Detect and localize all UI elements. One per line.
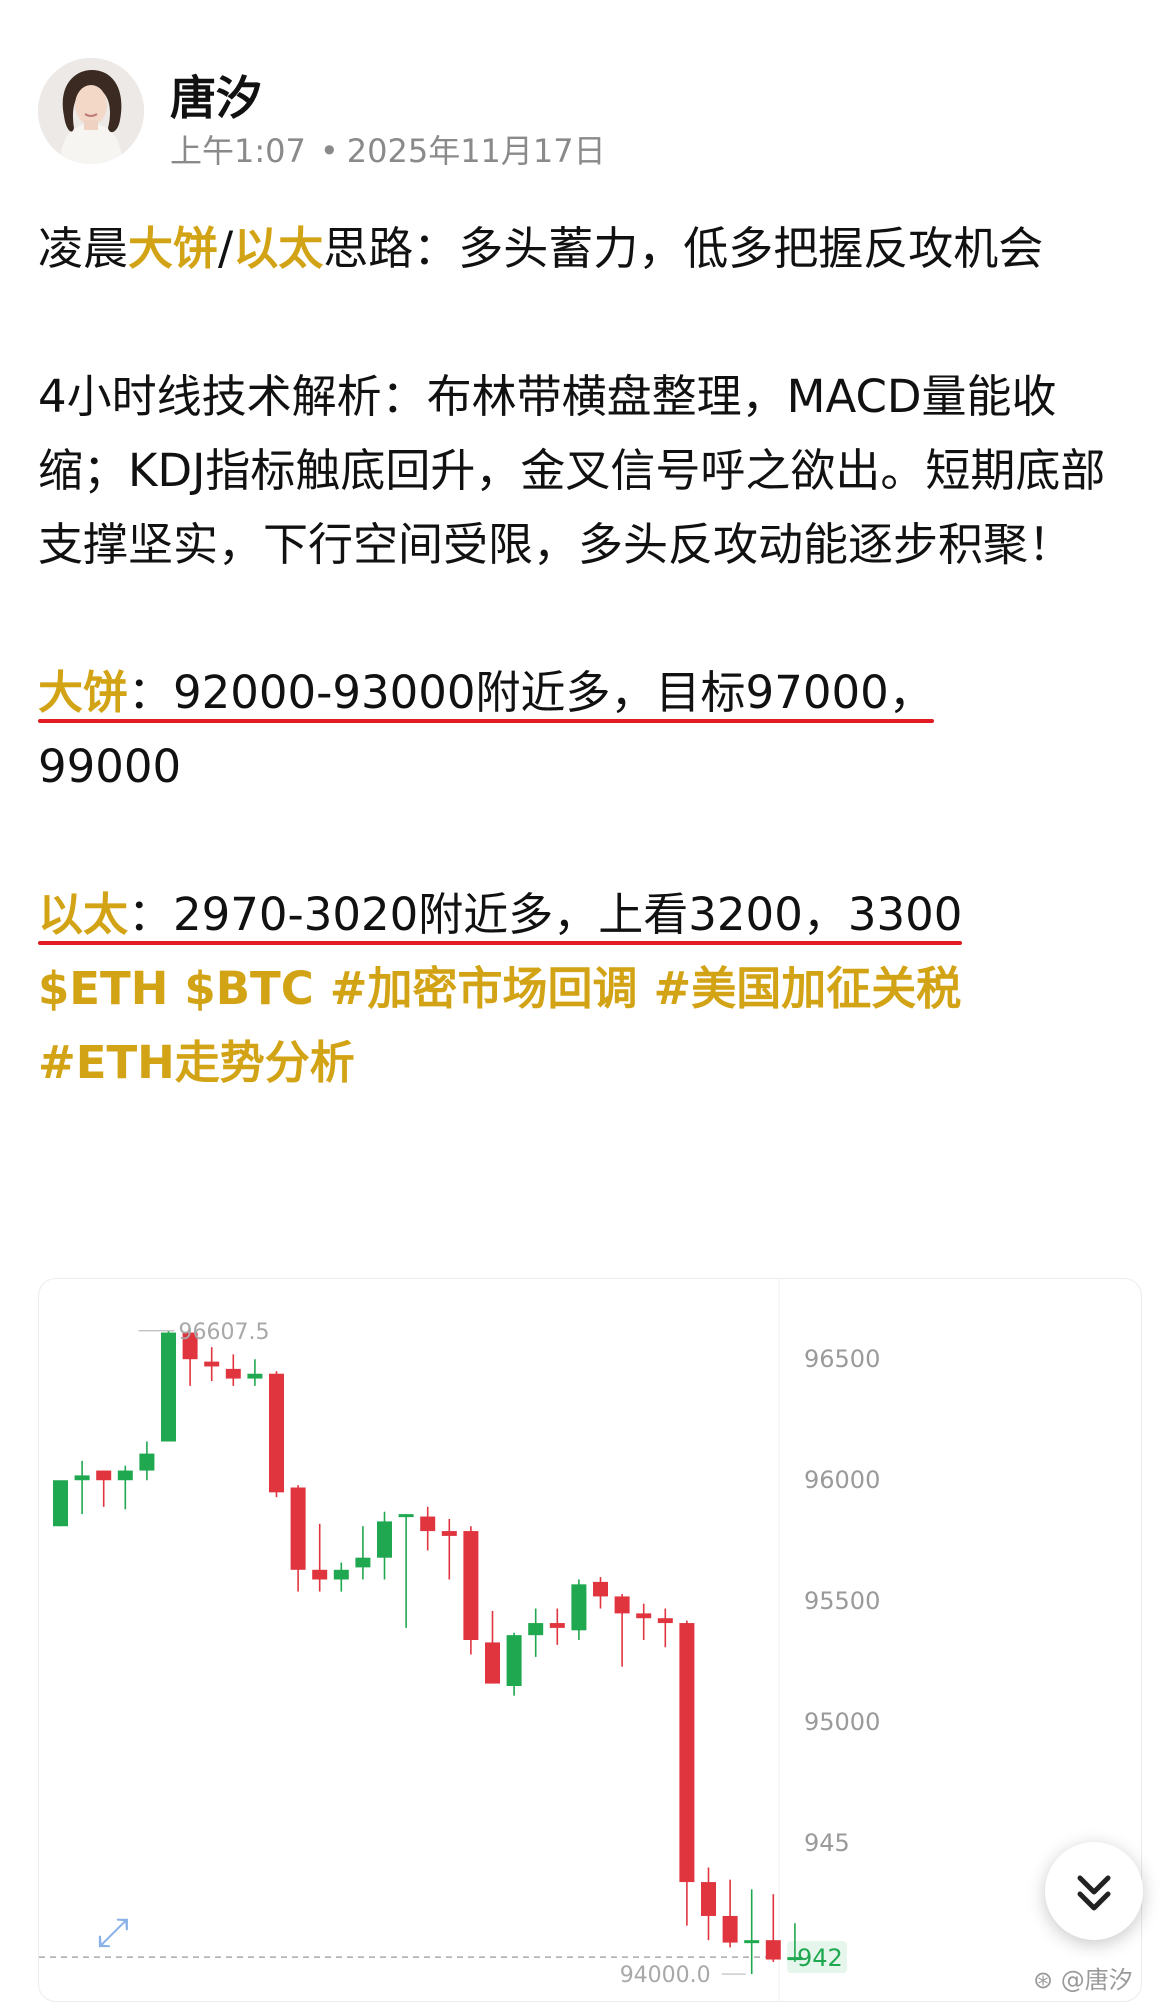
y-tick-label: 96000 (804, 1466, 880, 1494)
title-eth-keyword: 以太 (233, 222, 324, 275)
candle-body (571, 1584, 587, 1631)
high-price-label: 96607.5 (179, 1320, 270, 1345)
y-tick-label: 96500 (804, 1345, 880, 1373)
hashtag[interactable]: #美国加征关税 (653, 962, 961, 1015)
double-chevron-down-icon (1077, 1875, 1111, 1911)
eth-label: 以太 (38, 888, 129, 941)
candle-body (506, 1635, 522, 1686)
post-title: 凌晨大饼/以太思路：多头蓄力，低多把握反攻机会 (38, 212, 1138, 286)
y-tick-label: 95500 (804, 1587, 880, 1615)
author-name[interactable]: 唐汐 (170, 62, 262, 128)
post-body: 凌晨大饼/以太思路：多头蓄力，低多把握反攻机会 4小时线技术解析：布林带横盘整理… (38, 212, 1138, 1100)
btc-strategy-text-cont: 99000 (38, 740, 182, 793)
title-part: / (218, 222, 234, 275)
analysis-paragraph: 4小时线技术解析：布林带横盘整理，MACD量能收缩；KDJ指标触底回升，金叉信号… (38, 370, 1106, 571)
candle-body (161, 1332, 176, 1442)
candle-body (333, 1569, 349, 1580)
price-chart-card[interactable]: 96500 96000 95500 95000 945 942 96607.5 94000.0… (38, 1278, 1142, 2002)
price-tag-label: 942 (797, 1944, 843, 1972)
candle-body (614, 1596, 630, 1614)
title-btc-keyword: 大饼 (128, 222, 219, 275)
btc-strategy: 大饼：92000-93000附近多，目标97000， 99000 (38, 656, 1138, 804)
low-price-label: 94000.0 (620, 1963, 711, 1988)
candle-body (485, 1642, 500, 1684)
candle-body (441, 1531, 457, 1536)
y-tick-label: 945 (804, 1829, 850, 1857)
hashtags: $ETH $BTC #加密市场回调 #美国加征关税 #ETH走势分析 (38, 952, 1138, 1100)
candle-body (269, 1373, 284, 1493)
title-part: 凌晨 (38, 222, 129, 275)
candle-body (744, 1940, 760, 1944)
btc-strategy-text: ：92000-93000附近多，目标97000， (128, 666, 934, 719)
hashtag[interactable]: $BTC (184, 962, 313, 1015)
candle-body (225, 1368, 241, 1379)
candle-body (247, 1373, 263, 1379)
candle-body (679, 1623, 695, 1883)
post-time: 上午1:07 (170, 132, 306, 170)
candle-body (355, 1557, 371, 1568)
collapse-button[interactable] (1045, 1842, 1143, 1940)
candlestick-chart: 96500 96000 95500 95000 945 942 96607.5 94000.0 (39, 1279, 880, 2001)
y-tick-label: 95000 (804, 1708, 880, 1736)
candle-body (117, 1470, 133, 1481)
watermark: ⊛ @唐汐 (1033, 1966, 1133, 1994)
candle-body (463, 1531, 479, 1640)
candle-body (765, 1940, 781, 1960)
hashtag[interactable]: #ETH走势分析 (38, 1036, 355, 1089)
candle-body (420, 1516, 436, 1532)
candle-body (657, 1618, 673, 1624)
candle-body (549, 1623, 565, 1628)
candle-body (96, 1470, 112, 1481)
candle-body (722, 1915, 738, 1943)
candle-body (377, 1521, 392, 1558)
candle-body (701, 1882, 716, 1916)
candle-body (593, 1581, 608, 1597)
candle-body (636, 1613, 652, 1619)
post-header: 唐汐 上午1:07 • 2025年11月17日 (38, 58, 1138, 170)
candle-body (53, 1480, 68, 1527)
eth-strategy: 以太：2970-3020附近多，上看3200，3300 (38, 878, 1138, 952)
post-date: 2025年11月17日 (346, 132, 606, 170)
eth-strategy-text: ：2970-3020附近多，上看3200，3300 (128, 888, 963, 941)
hashtag[interactable]: #加密市场回调 (330, 962, 638, 1015)
candle-body (74, 1475, 90, 1481)
candle-body (312, 1569, 328, 1580)
expand-icon[interactable]: ⤢ (91, 1911, 135, 1955)
candle-body (290, 1487, 306, 1570)
meta-separator: • (319, 132, 339, 170)
post-meta: 上午1:07 • 2025年11月17日 (170, 126, 606, 172)
candle-body (787, 1957, 803, 1961)
avatar[interactable] (38, 58, 144, 164)
candle-body (528, 1623, 544, 1636)
hashtag[interactable]: $ETH (38, 962, 168, 1015)
candle-body (398, 1514, 414, 1518)
title-part: 思路：多头蓄力，低多把握反攻机会 (323, 222, 1044, 275)
candle-body (139, 1453, 155, 1471)
btc-label: 大饼 (38, 666, 129, 719)
candle-body (204, 1361, 220, 1367)
